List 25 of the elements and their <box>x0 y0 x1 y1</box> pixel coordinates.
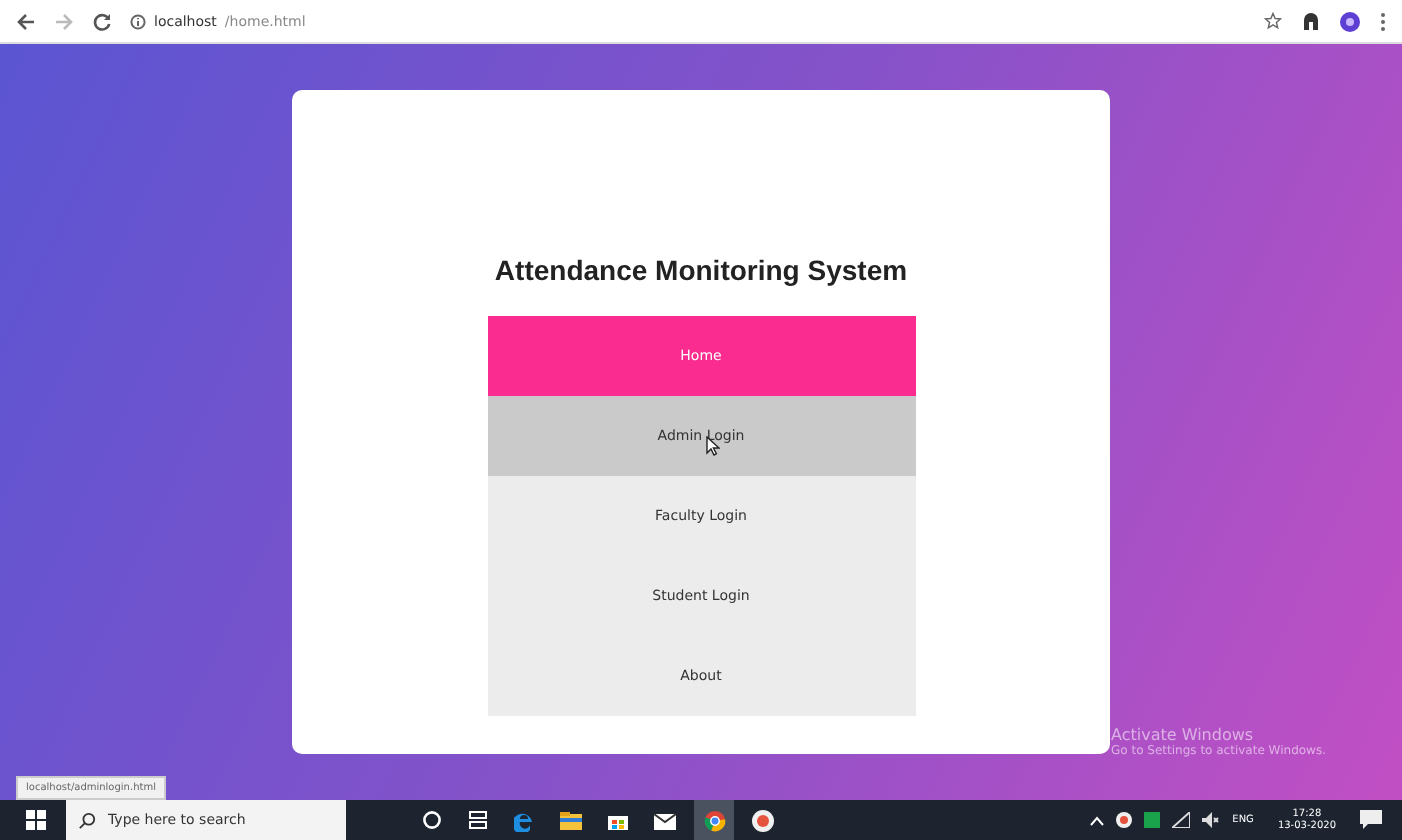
info-icon <box>130 13 146 29</box>
cortana-icon[interactable] <box>422 810 442 830</box>
activation-title: Activate Windows <box>1111 726 1256 744</box>
menu-icon[interactable] <box>1380 11 1386 31</box>
chrome-icon[interactable] <box>694 800 734 840</box>
chevron-up-icon[interactable] <box>1090 815 1105 825</box>
extension-icon[interactable] <box>1302 11 1320 31</box>
back-icon[interactable] <box>16 11 36 31</box>
tray-badge-icon[interactable] <box>1144 812 1161 828</box>
page-title: Attendance Monitoring System <box>494 254 908 286</box>
app-icon[interactable] <box>752 809 774 831</box>
store-icon[interactable] <box>608 810 628 830</box>
windows-icon[interactable] <box>26 810 46 830</box>
task-view-icon[interactable] <box>468 810 488 830</box>
folder-icon[interactable] <box>560 811 582 829</box>
avatar-icon[interactable] <box>1340 11 1360 31</box>
tray-app-icon[interactable] <box>1116 812 1133 828</box>
notification-icon[interactable] <box>1360 810 1382 830</box>
star-icon[interactable] <box>1264 12 1282 30</box>
search-icon <box>78 811 96 829</box>
volume-icon[interactable] <box>1202 812 1221 828</box>
network-icon[interactable] <box>1172 812 1191 828</box>
reload-icon[interactable] <box>92 11 112 31</box>
mail-icon[interactable] <box>654 811 676 829</box>
edge-icon[interactable] <box>514 809 534 831</box>
